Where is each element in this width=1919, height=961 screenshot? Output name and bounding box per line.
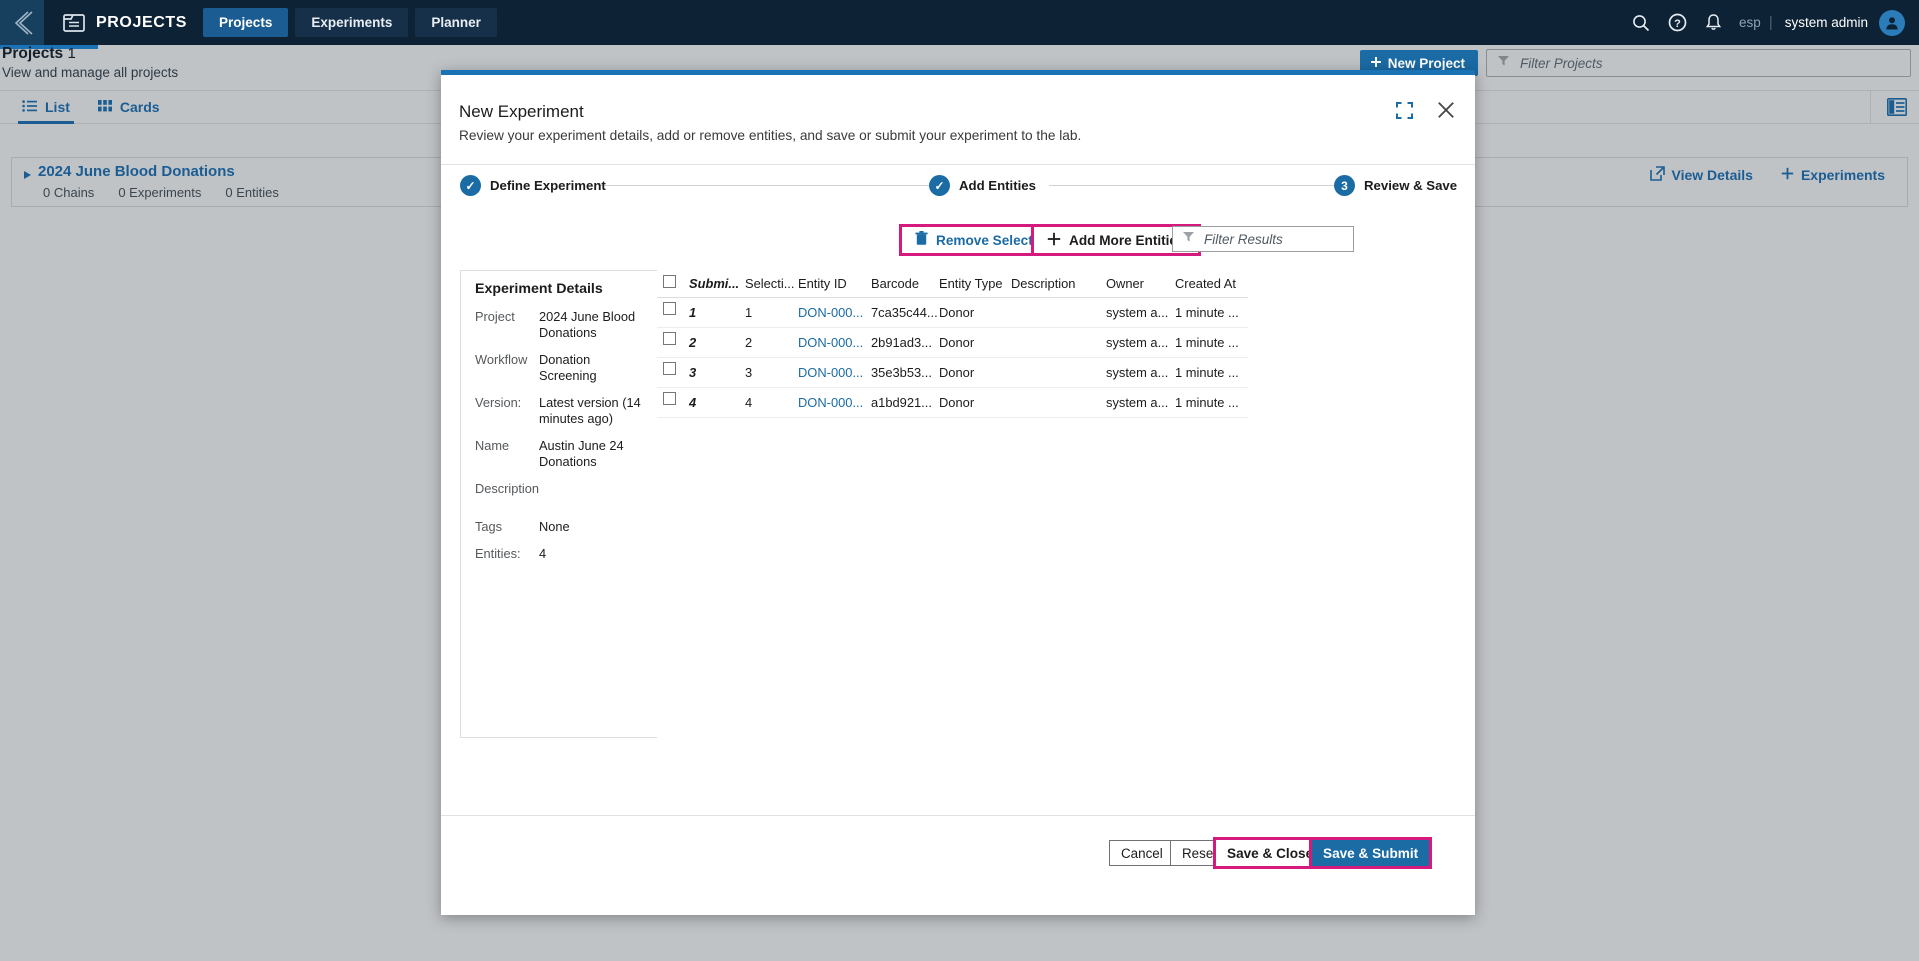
cell-entity-type: Donor bbox=[939, 365, 975, 380]
detail-key: Workflow bbox=[475, 351, 528, 367]
cell-created-at: 1 minute ... bbox=[1175, 395, 1239, 410]
cell-selection: 3 bbox=[745, 365, 753, 380]
detail-row-entities: Entities: 4 bbox=[475, 546, 643, 562]
cell-owner: system a... bbox=[1106, 305, 1169, 320]
cell-barcode: a1bd921... bbox=[871, 395, 932, 410]
step-3-badge: 3 bbox=[1334, 175, 1355, 196]
table-row[interactable]: 1 1 DON-000... 7ca35c44... Donor system … bbox=[657, 298, 1248, 328]
step-2-badge: ✓ bbox=[929, 175, 950, 196]
cell-barcode: 2b91ad3... bbox=[871, 335, 932, 350]
column-header-barcode[interactable]: Barcode bbox=[871, 276, 919, 291]
detail-key: Description bbox=[475, 480, 540, 496]
column-header-created-at[interactable]: Created At bbox=[1175, 276, 1236, 291]
dialog-footer: Cancel Reset Save & Close Save & Submit bbox=[441, 816, 1475, 915]
cell-created-at: 1 minute ... bbox=[1175, 335, 1239, 350]
cell-submission: 1 bbox=[689, 305, 697, 320]
step-define-experiment[interactable]: ✓ Define Experiment bbox=[460, 175, 606, 196]
column-header-entity-type[interactable]: Entity Type bbox=[939, 276, 1003, 291]
table-row[interactable]: 4 4 DON-000... a1bd921... Donor system a… bbox=[657, 388, 1248, 418]
save-and-submit-button[interactable]: Save & Submit bbox=[1309, 837, 1433, 869]
column-header-entity-id[interactable]: Entity ID bbox=[798, 276, 847, 291]
cell-submission: 4 bbox=[689, 395, 697, 410]
detail-row-version: Version: Latest version (14 minutes ago) bbox=[475, 395, 643, 427]
row-checkbox[interactable] bbox=[663, 392, 676, 405]
table-header-row: Submi... Selecti... Entity ID Barcode En… bbox=[657, 270, 1248, 298]
expand-icon[interactable] bbox=[1393, 99, 1415, 121]
detail-key: Name bbox=[475, 437, 510, 453]
filter-results-input[interactable]: Filter Results bbox=[1172, 226, 1354, 252]
funnel-icon bbox=[1182, 230, 1195, 248]
detail-row-tags: Tags None bbox=[475, 519, 643, 535]
detail-value: Donation Screening bbox=[539, 351, 597, 383]
detail-key: Version: bbox=[475, 394, 522, 410]
cell-entity-type: Donor bbox=[939, 305, 975, 320]
modal-accent-bar bbox=[441, 70, 1475, 75]
detail-value: 2024 June Blood Donations bbox=[539, 309, 636, 340]
step-2-label: Add Entities bbox=[959, 178, 1036, 193]
new-experiment-dialog: New Experiment Review your experiment de… bbox=[441, 70, 1475, 915]
column-header-selection[interactable]: Selecti... bbox=[745, 276, 794, 291]
close-icon[interactable] bbox=[1435, 99, 1457, 121]
modal-overlay: New Experiment Review your experiment de… bbox=[0, 0, 1919, 961]
entities-toolbar: Remove Selected Add More Entities Filter… bbox=[441, 218, 1475, 264]
row-checkbox[interactable] bbox=[663, 332, 676, 345]
wizard-stepper: ✓ Define Experiment ✓ Add Entities 3 Rev… bbox=[441, 165, 1475, 215]
entities-table: Submi... Selecti... Entity ID Barcode En… bbox=[657, 270, 1248, 738]
cell-entity-type: Donor bbox=[939, 335, 975, 350]
table-row[interactable]: 2 2 DON-000... 2b91ad3... Donor system a… bbox=[657, 328, 1248, 358]
cell-entity-id[interactable]: DON-000... bbox=[798, 365, 863, 380]
cell-barcode: 35e3b53... bbox=[871, 365, 932, 380]
cell-entity-id[interactable]: DON-000... bbox=[798, 395, 863, 410]
detail-key: Tags bbox=[475, 518, 503, 534]
detail-key: Entities: bbox=[475, 545, 521, 561]
step-3-label: Review & Save bbox=[1364, 178, 1458, 193]
experiment-details-panel: Experiment Details Project 2024 June Blo… bbox=[460, 270, 658, 738]
plus-icon bbox=[1047, 232, 1061, 249]
step-review-save[interactable]: 3 Review & Save bbox=[1334, 175, 1457, 196]
detail-value: 4 bbox=[539, 545, 547, 561]
cell-owner: system a... bbox=[1106, 395, 1169, 410]
experiment-details-title: Experiment Details bbox=[475, 281, 603, 297]
detail-value: None bbox=[539, 518, 570, 534]
cancel-button[interactable]: Cancel bbox=[1109, 840, 1175, 866]
stepper-line-1 bbox=[599, 185, 929, 186]
step-add-entities[interactable]: ✓ Add Entities bbox=[929, 175, 1036, 196]
cell-created-at: 1 minute ... bbox=[1175, 305, 1239, 320]
cell-entity-type: Donor bbox=[939, 395, 975, 410]
stepper-line-2 bbox=[1049, 185, 1334, 186]
cell-selection: 4 bbox=[745, 395, 753, 410]
detail-row-name: Name Austin June 24 Donations bbox=[475, 438, 643, 470]
detail-key: Project bbox=[475, 309, 515, 324]
detail-row-description: Description bbox=[475, 481, 643, 497]
dialog-controls bbox=[1393, 99, 1457, 121]
dialog-title: New Experiment bbox=[459, 102, 584, 121]
row-checkbox[interactable] bbox=[663, 362, 676, 375]
column-header-owner[interactable]: Owner bbox=[1106, 276, 1144, 291]
cell-entity-id[interactable]: DON-000... bbox=[798, 335, 863, 350]
cell-owner: system a... bbox=[1106, 335, 1169, 350]
cell-barcode: 7ca35c44... bbox=[871, 305, 938, 320]
dialog-subtitle: Review your experiment details, add or r… bbox=[459, 128, 1082, 143]
row-checkbox[interactable] bbox=[663, 302, 676, 315]
cell-selection: 2 bbox=[745, 335, 753, 350]
detail-row-workflow: Workflow Donation Screening bbox=[475, 352, 643, 384]
cell-entity-id[interactable]: DON-000... bbox=[798, 305, 863, 320]
cell-created-at: 1 minute ... bbox=[1175, 365, 1239, 380]
cell-owner: system a... bbox=[1106, 365, 1169, 380]
detail-row-project: Project 2024 June Blood Donations bbox=[475, 309, 643, 341]
step-1-badge: ✓ bbox=[460, 175, 481, 196]
select-all-checkbox[interactable] bbox=[663, 275, 676, 288]
cell-selection: 1 bbox=[745, 305, 753, 320]
cell-submission: 3 bbox=[689, 365, 697, 380]
column-header-description[interactable]: Description bbox=[1011, 276, 1075, 291]
trash-icon bbox=[915, 231, 928, 249]
add-more-entities-label: Add More Entities bbox=[1069, 232, 1185, 248]
table-row[interactable]: 3 3 DON-000... 35e3b53... Donor system a… bbox=[657, 358, 1248, 388]
filter-results-placeholder: Filter Results bbox=[1204, 231, 1283, 247]
detail-value: Latest version (14 minutes ago) bbox=[539, 394, 641, 426]
detail-value: Austin June 24 Donations bbox=[539, 437, 624, 469]
step-1-label: Define Experiment bbox=[490, 178, 606, 193]
column-header-submission[interactable]: Submi... bbox=[689, 276, 739, 291]
cell-submission: 2 bbox=[689, 335, 697, 350]
